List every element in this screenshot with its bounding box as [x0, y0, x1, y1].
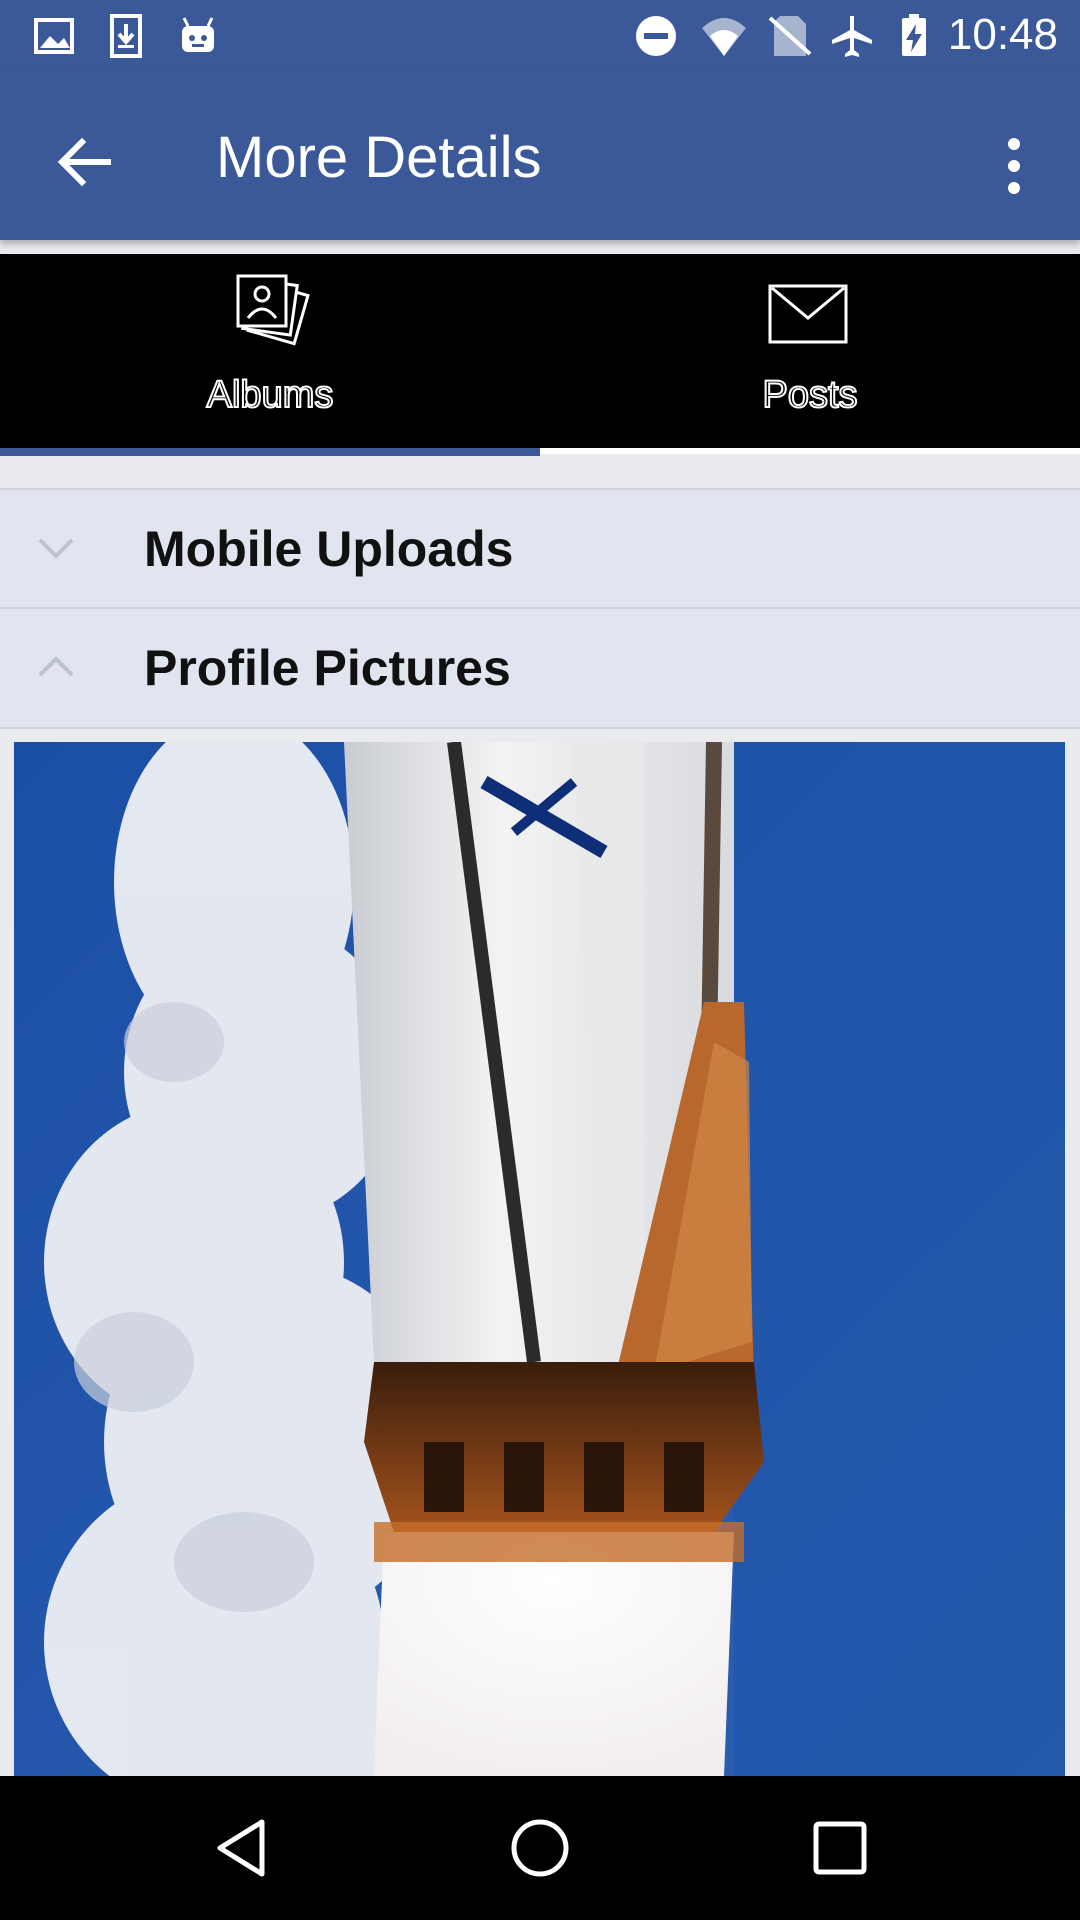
page-title: More Details	[216, 125, 542, 190]
do-not-disturb-icon	[636, 16, 676, 56]
more-vert-icon[interactable]	[990, 130, 1038, 202]
download-icon	[110, 14, 142, 58]
album-label: Mobile Uploads	[144, 521, 514, 577]
status-time: 10:48	[947, 10, 1058, 59]
image-icon	[34, 18, 74, 54]
nav-home-icon[interactable]	[504, 1812, 576, 1884]
tab-underline	[540, 448, 1080, 454]
rocket-launch-image	[14, 742, 1065, 1776]
nav-back-icon[interactable]	[206, 1812, 278, 1884]
chevron-down-icon	[38, 538, 74, 559]
tab-posts-label: Posts	[761, 373, 858, 417]
app-bar: More Details	[0, 72, 1080, 240]
album-row-profile-pictures[interactable]: Profile Pictures	[0, 607, 1080, 729]
no-sim-icon	[768, 16, 812, 56]
tab-bar: Albums Posts	[0, 254, 1080, 454]
tab-albums-label: Albums	[206, 373, 335, 417]
wifi-icon	[702, 18, 746, 56]
tab-posts[interactable]: Posts	[540, 254, 1080, 454]
android-icon	[182, 17, 214, 52]
album-label: Profile Pictures	[144, 640, 511, 696]
status-bar: 10:48	[0, 0, 1080, 72]
album-row-mobile-uploads[interactable]: Mobile Uploads	[0, 488, 1080, 610]
arrow-back-icon[interactable]	[48, 126, 120, 198]
profile-picture-photo[interactable]	[14, 742, 1065, 1776]
airplane-mode-icon	[832, 16, 872, 57]
chevron-up-icon	[38, 656, 74, 677]
battery-charging-icon	[902, 14, 926, 56]
photo-album-icon	[236, 274, 310, 346]
nav-recents-icon[interactable]	[804, 1812, 876, 1884]
system-nav-bar	[0, 1776, 1080, 1920]
tab-indicator	[0, 448, 540, 456]
tab-albums[interactable]: Albums	[0, 254, 540, 454]
mail-icon	[768, 284, 848, 344]
